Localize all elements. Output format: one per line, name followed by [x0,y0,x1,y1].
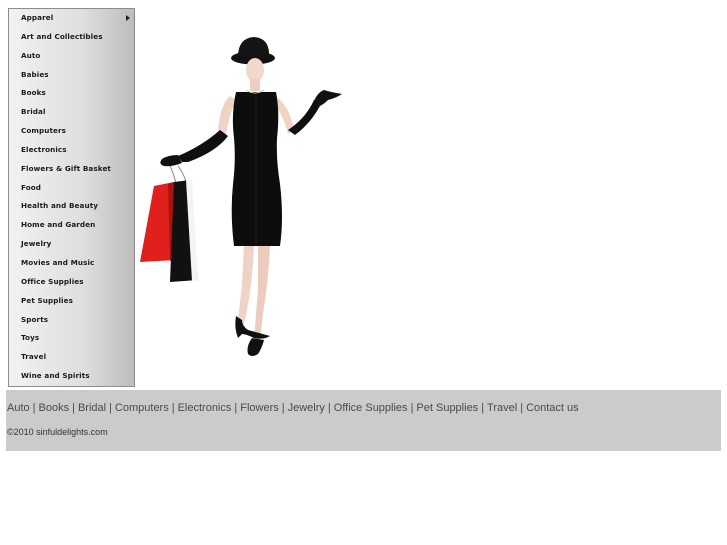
copyright-text: ©2010 sinfuldelights.com [7,427,108,437]
menu-item-label: Movies and Music [21,257,95,267]
right-leg [254,246,270,340]
footer-separator: | [520,402,524,414]
left-shoe [235,316,270,339]
menu-item-babies[interactable]: Babies [9,66,134,85]
menu-item-apparel[interactable]: Apparel [9,9,134,28]
menu-item-label: Home and Garden [21,220,96,230]
black-dress [231,92,282,246]
left-glove [178,130,228,162]
menu-item-label: Office Supplies [21,276,84,286]
footer-link-pet-supplies[interactable]: Pet Supplies [416,402,478,414]
footer-link-electronics[interactable]: Electronics [178,402,232,414]
menu-item-jewelry[interactable]: Jewelry [9,235,134,254]
menu-item-label: Sports [21,314,49,324]
footer-link-computers[interactable]: Computers [115,402,169,414]
footer-separator: | [32,402,36,414]
footer-separator: | [281,402,285,414]
footer-separator: | [327,402,331,414]
menu-item-art-and-collectibles[interactable]: Art and Collectibles [9,28,134,47]
menu-item-flowers-gift-basket[interactable]: Flowers & Gift Basket [9,160,134,179]
footer-separator: | [72,402,75,414]
menu-item-label: Computers [21,126,66,136]
menu-item-pet-supplies[interactable]: Pet Supplies [9,292,134,311]
footer-separator: | [171,402,175,414]
left-leg [237,246,254,330]
menu-item-books[interactable]: Books [9,84,134,103]
menu-item-label: Babies [21,69,49,79]
footer-link-flowers[interactable]: Flowers [240,402,279,414]
hat-crown [238,37,270,57]
footer-separator: | [481,402,485,414]
footer-separator: | [234,402,238,414]
left-hand [160,155,182,167]
menu-item-label: Bridal [21,107,46,117]
menu-item-label: Food [21,182,42,192]
menu-item-label: Pet Supplies [21,295,73,305]
face [246,58,264,82]
footer-link-books[interactable]: Books [39,402,70,414]
right-shoe [247,338,264,356]
page: Apparel Art and Collectibles Auto Babies… [0,0,727,545]
right-hand [314,90,342,106]
menu-item-label: Auto [21,50,41,60]
menu-item-label: Books [21,88,46,98]
menu-item-label: Electronics [21,144,67,154]
menu-item-office-supplies[interactable]: Office Supplies [9,273,134,292]
neck [250,79,260,91]
menu-item-label: Jewelry [21,239,52,249]
menu-item-sports[interactable]: Sports [9,311,134,330]
footer-link-contact-us[interactable]: Contact us [526,402,579,414]
menu-item-computers[interactable]: Computers [9,122,134,141]
submenu-arrow-icon [126,15,130,21]
site-footer: Auto | Books | Bridal | Computers | Electronics |… [6,390,721,451]
menu-item-food[interactable]: Food [9,179,134,198]
bag-handle [177,165,187,183]
menu-item-toys[interactable]: Toys [9,329,134,348]
footer-link-auto[interactable]: Auto [7,402,30,414]
menu-item-electronics[interactable]: Electronics [9,141,134,160]
menu-item-bridal[interactable]: Bridal [9,103,134,122]
footer-link-jewelry[interactable]: Jewelry [288,402,325,414]
right-glove [288,100,320,135]
footer-link-travel[interactable]: Travel [487,402,517,414]
menu-item-label: Wine and Spirits [21,371,90,381]
menu-item-wine-and-spirits[interactable]: Wine and Spirits [9,367,134,386]
menu-item-label: Apparel [21,13,54,22]
menu-item-auto[interactable]: Auto [9,47,134,66]
menu-item-health-and-beauty[interactable]: Health and Beauty [9,197,134,216]
footer-link-office-supplies[interactable]: Office Supplies [334,402,408,414]
menu-item-travel[interactable]: Travel [9,348,134,367]
menu-item-label: Health and Beauty [21,201,99,211]
footer-separator: | [109,402,112,414]
menu-item-movies-and-music[interactable]: Movies and Music [9,254,134,273]
menu-item-home-and-garden[interactable]: Home and Garden [9,216,134,235]
hero-shopper-illustration [140,37,342,356]
menu-item-label: Art and Collectibles [21,31,103,41]
menu-item-label: Flowers & Gift Basket [21,163,111,173]
footer-links: Auto | Books | Bridal | Computers | Electronics |… [7,402,579,414]
bag-handle [169,165,177,185]
category-menu: Apparel Art and Collectibles Auto Babies… [8,8,135,387]
footer-link-bridal[interactable]: Bridal [78,402,106,414]
menu-item-label: Toys [21,333,40,343]
menu-item-label: Travel [21,352,47,362]
